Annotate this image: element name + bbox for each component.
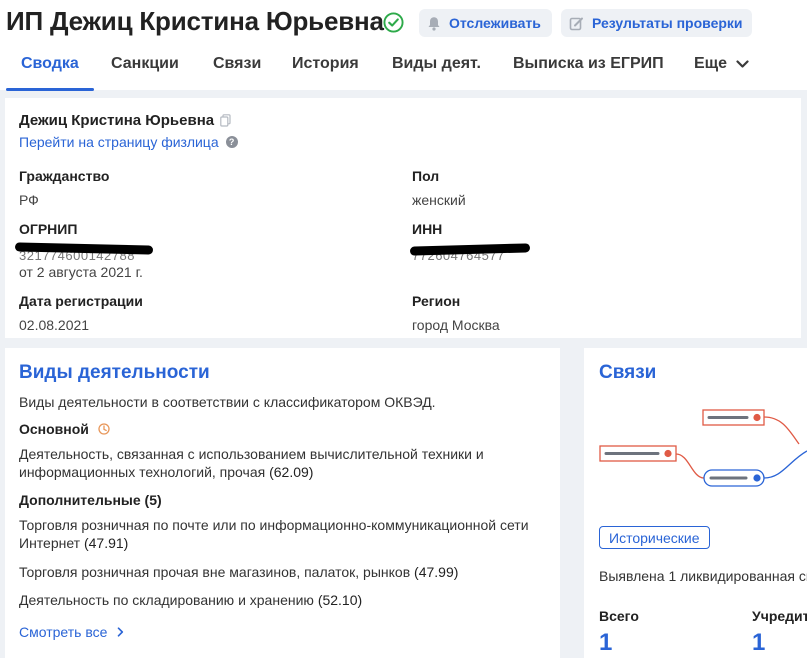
stat-total-label: Всего xyxy=(599,608,639,624)
additional-activity-code: (47.99) xyxy=(414,564,459,580)
main-activity-heading-label: Основной xyxy=(19,421,89,437)
registration-date-label: Дата регистрации xyxy=(19,293,143,309)
track-button[interactable]: Отслеживать xyxy=(419,9,552,37)
additional-activity-text: Торговля розничная прочая вне магазинов,… xyxy=(19,564,411,580)
track-button-label: Отслеживать xyxy=(449,15,541,31)
additional-activity-code: (47.91) xyxy=(83,535,129,551)
inn-redaction xyxy=(409,243,531,256)
additional-activity: Торговля розничная по почте или по инфор… xyxy=(19,516,549,552)
check-results-label: Результаты проверки xyxy=(592,15,743,31)
stat-founders-label: Учредители xyxy=(752,608,807,624)
tab-more[interactable]: Еще xyxy=(694,55,749,73)
gender-label: Пол xyxy=(412,168,440,184)
gender-value: женский xyxy=(412,192,466,208)
historical-links-button[interactable]: Исторические xyxy=(599,526,710,549)
ogrnip-label: ОГРНИП xyxy=(19,221,78,237)
links-graph[interactable] xyxy=(584,396,807,506)
tab-more-label: Еще xyxy=(694,55,728,72)
graph-node-red[interactable] xyxy=(599,445,677,462)
person-name-row: Дежиц Кристина Юрьевна xyxy=(19,112,231,129)
copy-icon[interactable] xyxy=(220,114,231,127)
links-note: Выявлена 1 ликвидированная связь xyxy=(599,568,807,584)
active-tab-indicator xyxy=(6,88,94,91)
tab-history[interactable]: История xyxy=(292,55,359,73)
person-name: Дежиц Кристина Юрьевна xyxy=(19,112,215,129)
bell-icon xyxy=(428,16,440,31)
tab-bar: Сводка Санкции Связи История Виды деят. … xyxy=(0,50,807,91)
tab-egrip-extract[interactable]: Выписка из ЕГРИП xyxy=(513,55,664,73)
main-activity-code: (62.09) xyxy=(269,464,314,480)
activities-title[interactable]: Виды деятельности xyxy=(19,362,210,384)
main-activity: Деятельность, связанная с использованием… xyxy=(19,445,549,481)
main-activity-text: Деятельность, связанная с использованием… xyxy=(19,446,484,480)
registration-date-value: 02.08.2021 xyxy=(19,317,90,333)
region-value: город Москва xyxy=(412,317,500,333)
additional-activities-heading: Дополнительные (5) xyxy=(19,492,162,508)
chevron-down-icon xyxy=(736,59,749,68)
check-results-button[interactable]: Результаты проверки xyxy=(561,9,752,37)
help-icon[interactable]: ? xyxy=(225,136,238,148)
graph-node-red[interactable] xyxy=(702,409,765,426)
tab-activities[interactable]: Виды деят. xyxy=(392,55,481,73)
additional-activity: Деятельность по складированию и хранению… xyxy=(19,591,549,609)
page-title: ИП Дежиц Кристина Юрьевна xyxy=(6,6,384,36)
main-activity-heading: Основной xyxy=(19,421,110,437)
chevron-right-icon xyxy=(118,627,124,637)
see-all-link[interactable]: Смотреть все xyxy=(19,624,124,640)
links-title[interactable]: Связи xyxy=(599,362,656,384)
additional-activity-text: Деятельность по складированию и хранению xyxy=(19,592,314,608)
person-page-link-label: Перейти на страницу физлица xyxy=(19,134,219,150)
tab-sanctions[interactable]: Санкции xyxy=(111,55,179,73)
tab-links[interactable]: Связи xyxy=(213,55,261,73)
activities-card: Виды деятельности Виды деятельности в со… xyxy=(5,348,560,658)
person-page-link[interactable]: Перейти на страницу физлица ? xyxy=(19,134,238,150)
clock-icon xyxy=(98,423,110,435)
edit-document-icon xyxy=(569,17,583,30)
stat-total-value[interactable]: 1 xyxy=(599,629,612,657)
tab-summary[interactable]: Сводка xyxy=(21,55,79,73)
graph-node-blue[interactable] xyxy=(703,469,765,487)
see-all-label: Смотреть все xyxy=(19,624,108,640)
company-header: ИП Дежиц Кристина Юрьевна Отслеживать Ре… xyxy=(0,0,807,91)
additional-activity-code: (52.10) xyxy=(317,592,363,608)
stat-founders-value[interactable]: 1 xyxy=(752,629,765,657)
citizenship-value: РФ xyxy=(19,192,39,208)
verified-check-icon xyxy=(383,12,404,33)
activities-description: Виды деятельности в соответствии с класс… xyxy=(19,394,436,410)
additional-activity: Торговля розничная прочая вне магазинов,… xyxy=(19,563,549,581)
ogrnip-date: от 2 августа 2021 г. xyxy=(19,264,143,280)
citizenship-label: Гражданство xyxy=(19,168,110,184)
summary-card: Дежиц Кристина Юрьевна Перейти на страни… xyxy=(5,98,801,338)
links-card: Связи Исторические Выявлена 1 ликвидиров… xyxy=(584,348,807,658)
inn-label: ИНН xyxy=(412,221,443,237)
region-label: Регион xyxy=(412,293,461,309)
